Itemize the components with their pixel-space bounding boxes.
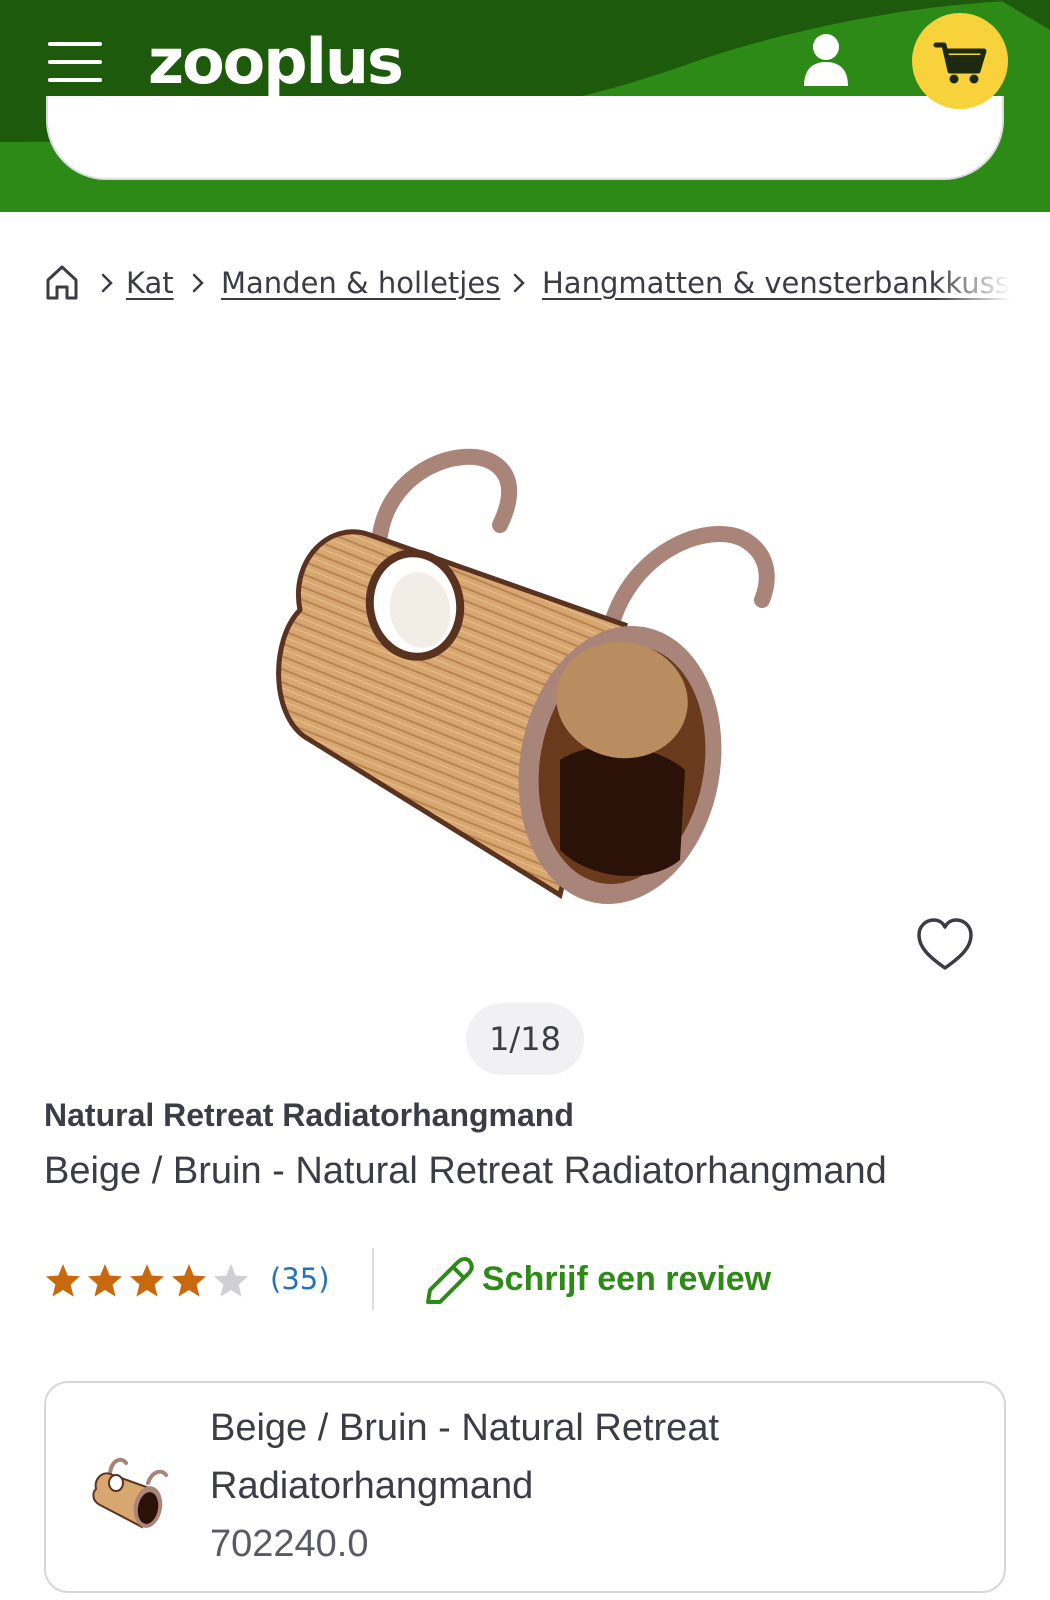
- favorite-button[interactable]: [914, 916, 976, 974]
- variant-code: 702240.0: [210, 1523, 369, 1565]
- site-header: zooplus: [0, 0, 1050, 212]
- divider: [372, 1248, 374, 1310]
- heart-icon: [917, 918, 973, 970]
- review-count-link[interactable]: (35): [270, 1262, 330, 1296]
- menu-icon-line: [48, 78, 102, 82]
- cart-button[interactable]: [912, 13, 1008, 109]
- zooplus-logo[interactable]: zooplus: [148, 26, 404, 98]
- rating-stars[interactable]: [44, 1262, 254, 1300]
- star-filled-icon: [129, 1264, 165, 1297]
- star-filled-icon: [87, 1264, 123, 1297]
- chevron-right-icon: [192, 273, 204, 293]
- breadcrumb: Kat Manden & holletjes Hangmatten & vens…: [44, 262, 1024, 306]
- variant-card[interactable]: Beige / Bruin - Natural Retreat Radiator…: [44, 1381, 1006, 1593]
- variant-name: Beige / Bruin - Natural Retreat Radiator…: [210, 1407, 720, 1507]
- breadcrumb-fade: [934, 262, 1024, 306]
- write-review-label: Schrijf een review: [482, 1260, 772, 1298]
- star-filled-icon: [45, 1264, 81, 1297]
- product-title: Natural Retreat Radiatorhangmand: [44, 1097, 574, 1133]
- chevron-right-icon: [513, 273, 525, 293]
- user-icon: [804, 34, 848, 86]
- breadcrumb-item-manden[interactable]: Manden & holletjes: [221, 266, 500, 300]
- search-bar[interactable]: [46, 96, 1004, 180]
- product-image[interactable]: [230, 440, 830, 920]
- menu-button[interactable]: [46, 40, 104, 84]
- menu-icon-line: [48, 60, 102, 64]
- menu-icon-line: [48, 42, 102, 46]
- account-button[interactable]: [796, 30, 856, 90]
- breadcrumb-item-kat[interactable]: Kat: [126, 266, 174, 300]
- chevron-right-icon: [101, 273, 113, 293]
- home-icon[interactable]: [44, 262, 80, 302]
- pencil-icon: [426, 1257, 474, 1304]
- star-filled-icon: [171, 1264, 207, 1297]
- product-subtitle: Beige / Bruin - Natural Retreat Radiator…: [44, 1150, 887, 1192]
- variant-thumbnail: [92, 1457, 168, 1529]
- gallery-counter: 1/18: [466, 1003, 584, 1075]
- star-empty-icon: [213, 1264, 249, 1297]
- cart-icon: [933, 42, 987, 84]
